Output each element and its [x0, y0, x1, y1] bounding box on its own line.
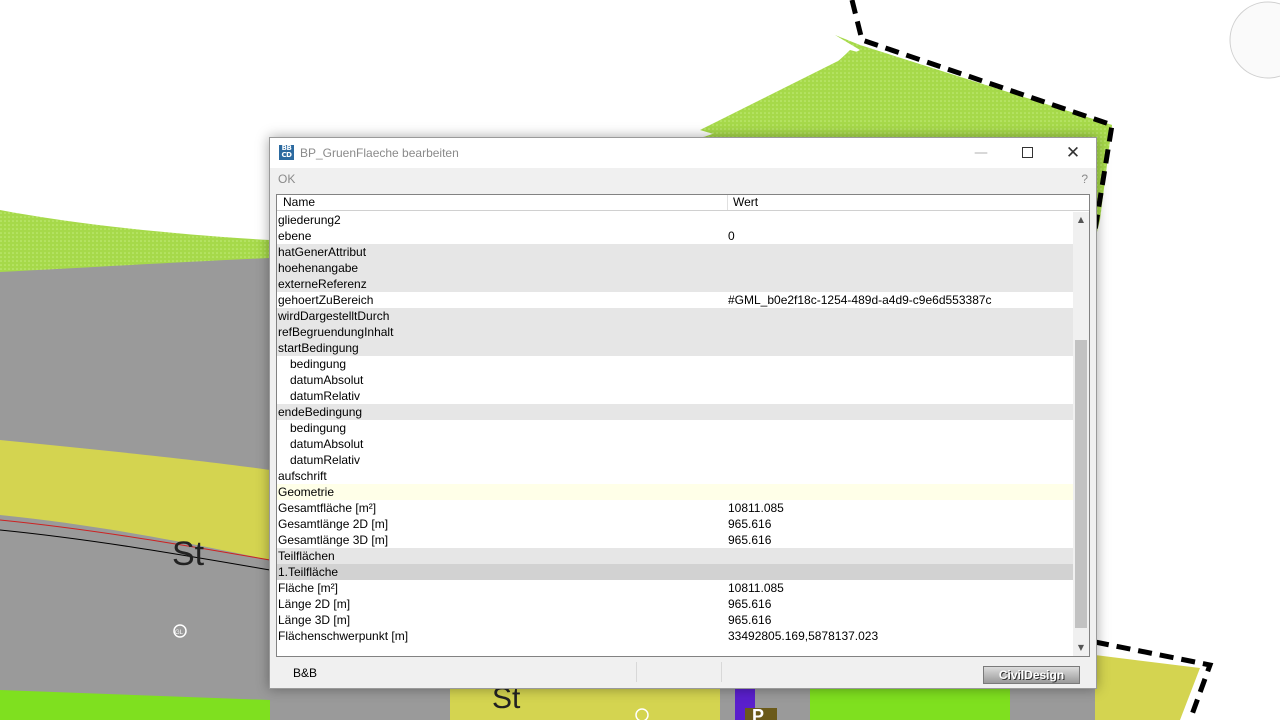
ok-button[interactable]: OK [278, 172, 295, 186]
scrollbar-thumb[interactable] [1075, 340, 1087, 628]
property-name: Teilflächen [278, 549, 335, 563]
property-name: Geometrie [278, 485, 335, 499]
vertical-scrollbar[interactable]: ▲ ▼ [1073, 212, 1089, 656]
minimize-button[interactable]: — [958, 138, 1004, 168]
dialog-window: BB CD BP_GruenFlaeche bearbeiten — ✕ OK ?… [269, 137, 1097, 689]
bottom-right-yellow [1095, 655, 1200, 720]
property-name: datumAbsolut [290, 437, 364, 451]
property-name: datumRelativ [290, 389, 361, 403]
window-title: BP_GruenFlaeche bearbeiten [300, 146, 459, 160]
property-value[interactable]: 10811.085 [728, 500, 784, 516]
property-row[interactable]: hatGenerAttribut [277, 244, 1073, 260]
app-icon: BB CD [279, 145, 294, 160]
property-row[interactable]: datumAbsolut [277, 372, 1073, 388]
property-name: Gesamtlänge 2D [m] [278, 517, 389, 531]
property-row[interactable]: ebene 0 [277, 228, 1073, 244]
property-row[interactable]: Geometrie [277, 484, 1073, 500]
property-name: gliederung2 [278, 213, 341, 227]
property-value[interactable]: #GML_b0e2f18c-1254-489d-a4d9-c9e6d553387… [728, 292, 992, 308]
property-value[interactable]: 965.616 [728, 612, 771, 628]
property-name: Gesamtlänge 3D [m] [278, 533, 389, 547]
property-name: ebene [278, 229, 312, 243]
property-row[interactable]: 1.Teilfläche [277, 564, 1073, 580]
property-name: refBegruendungInhalt [278, 325, 394, 339]
property-row[interactable]: Teilflächen [277, 548, 1073, 564]
bottom-yellow-strip [450, 687, 720, 720]
property-name: aufschrift [278, 469, 327, 483]
property-row[interactable]: endeBedingung [277, 404, 1073, 420]
property-row[interactable]: bedingung [277, 356, 1073, 372]
status-text: B&B [293, 666, 318, 680]
grid-rows: gliederung2 ebene 0 hatGenerAttribut hoehena… [277, 212, 1073, 644]
property-name: endeBedingung [278, 405, 363, 419]
property-row[interactable]: bedingung [277, 420, 1073, 436]
property-name: gehoertZuBereich [278, 293, 374, 307]
help-button[interactable]: ? [1081, 172, 1088, 186]
property-name: bedingung [290, 421, 347, 435]
scroll-down-arrow-icon[interactable]: ▼ [1073, 640, 1089, 656]
property-row[interactable]: Fläche [m²] 10811.085 [277, 580, 1073, 596]
gl-marker-label: GL [175, 630, 184, 636]
property-row[interactable]: Gesamtlänge 3D [m] 965.616 [277, 532, 1073, 548]
column-header-value[interactable]: Wert [733, 195, 758, 209]
box-label: P [752, 706, 764, 720]
property-name: Länge 3D [m] [278, 613, 351, 627]
property-value[interactable]: 965.616 [728, 532, 771, 548]
title-bar[interactable]: BB CD BP_GruenFlaeche bearbeiten — ✕ [270, 138, 1096, 168]
maximize-button[interactable] [1004, 138, 1050, 168]
property-name: datumAbsolut [290, 373, 364, 387]
property-row[interactable]: gehoertZuBereich #GML_b0e2f18c-1254-489d-… [277, 292, 1073, 308]
property-row[interactable]: Gesamtfläche [m²] 10811.085 [277, 500, 1073, 516]
status-cell-empty [641, 662, 722, 682]
property-name: datumRelativ [290, 453, 361, 467]
property-row[interactable]: Länge 3D [m] 965.616 [277, 612, 1073, 628]
column-divider[interactable] [727, 195, 728, 210]
column-header-name[interactable]: Name [283, 195, 315, 209]
property-row[interactable]: externeReferenz [277, 276, 1073, 292]
property-value[interactable]: 0 [728, 228, 735, 244]
maximize-icon [1021, 146, 1033, 158]
property-row[interactable]: refBegruendungInhalt [277, 324, 1073, 340]
property-name: externeReferenz [278, 277, 367, 291]
property-value[interactable]: 965.616 [728, 596, 771, 612]
property-row[interactable]: hoehenangabe [277, 260, 1073, 276]
property-name: Flächenschwerpunkt [m] [278, 629, 409, 643]
property-row[interactable]: datumAbsolut [277, 436, 1073, 452]
property-name: startBedingung [278, 341, 359, 355]
grid-header: Name Wert [277, 195, 1089, 211]
street-label: St [172, 535, 205, 573]
property-value[interactable]: 10811.085 [728, 580, 784, 596]
property-name: Fläche [m²] [278, 581, 339, 595]
property-row[interactable]: Gesamtlänge 2D [m] 965.616 [277, 516, 1073, 532]
property-row[interactable]: wirdDargestelltDurch [277, 308, 1073, 324]
property-name: Gesamtfläche [m²] [278, 501, 377, 515]
bottom-green-strip [810, 687, 1010, 720]
property-row[interactable]: startBedingung [277, 340, 1073, 356]
status-cell: B&B [286, 662, 637, 682]
property-row[interactable]: gliederung2 [277, 212, 1073, 228]
menu-bar: OK ? [270, 168, 1096, 190]
property-value[interactable]: 965.616 [728, 516, 771, 532]
property-name: 1.Teilfläche [278, 565, 339, 579]
property-name: wirdDargestelltDurch [278, 309, 390, 323]
property-name: hoehenangabe [278, 261, 359, 275]
property-value[interactable]: 33492805.169,5878137.023 [728, 628, 878, 644]
property-row[interactable]: datumRelativ [277, 388, 1073, 404]
property-row[interactable]: aufschrift [277, 468, 1073, 484]
status-bar: B&B CivilDesign [276, 662, 1088, 684]
property-grid[interactable]: Name Wert gliederung2 ebene 0 hatGenerAttri… [276, 194, 1090, 657]
property-row[interactable]: datumRelativ [277, 452, 1073, 468]
close-button[interactable]: ✕ [1050, 138, 1096, 168]
civildesign-logo: CivilDesign [983, 666, 1080, 684]
property-row[interactable]: Flächenschwerpunkt [m] 33492805.169,58781… [277, 628, 1073, 644]
compass-icon [1229, 1, 1280, 79]
property-name: bedingung [290, 357, 347, 371]
property-name: hatGenerAttribut [278, 245, 367, 259]
property-name: Länge 2D [m] [278, 597, 351, 611]
property-row[interactable]: Länge 2D [m] 965.616 [277, 596, 1073, 612]
scroll-up-arrow-icon[interactable]: ▲ [1073, 212, 1089, 228]
